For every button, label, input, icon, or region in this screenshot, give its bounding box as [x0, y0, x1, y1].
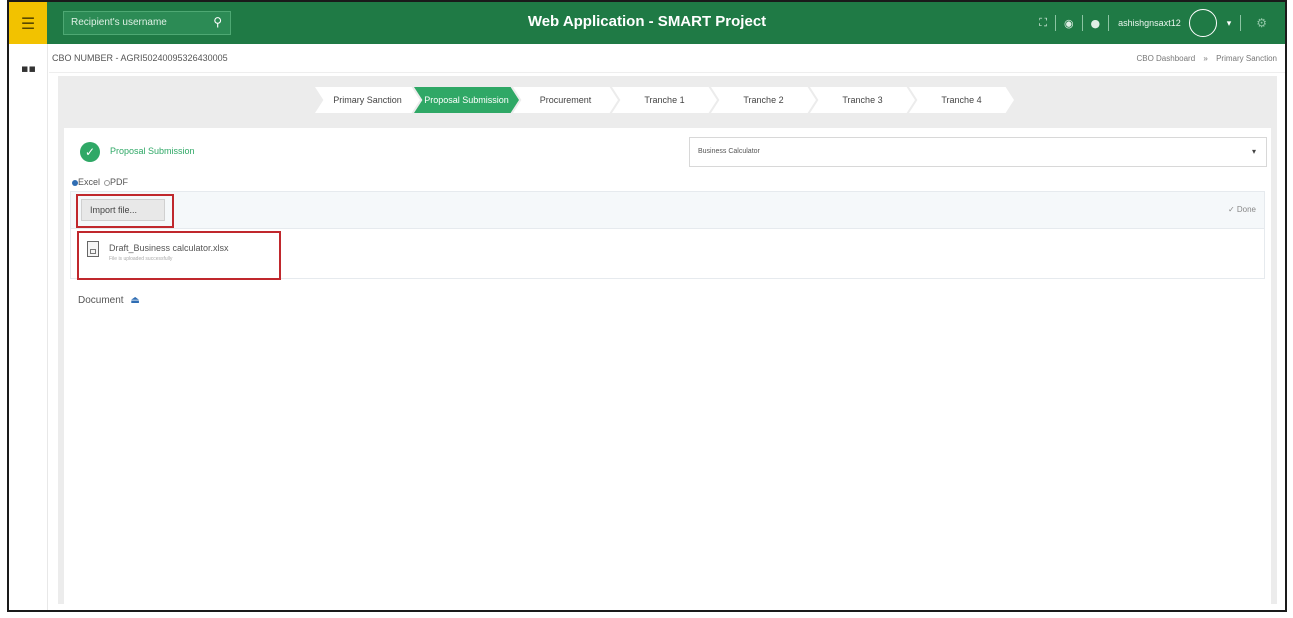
- step-primary-sanction[interactable]: Primary Sanction: [315, 87, 420, 113]
- breadcrumb: CBO Dashboard » Primary Sanction: [1136, 54, 1277, 63]
- header-actions: ⛶ ◉ ● ashishgnsaxt12 ▾ ⚙: [1034, 2, 1285, 44]
- menu-button[interactable]: ☰: [9, 2, 47, 44]
- search-icon[interactable]: ⚲: [213, 15, 222, 29]
- document-label: Document: [78, 295, 124, 306]
- fullscreen-icon[interactable]: ⛶: [1039, 16, 1047, 30]
- breadcrumb-bar: CBO NUMBER - AGRI50240095326430005 CBO D…: [49, 44, 1285, 73]
- step-tranche-4[interactable]: Tranche 4: [909, 87, 1014, 113]
- app-window: ☰ Recipient's username ⚲ Web Application…: [7, 0, 1287, 612]
- upload-toolbar: Import file... ✓ Done: [70, 191, 1265, 229]
- progress-stepper: Primary Sanction Proposal Submission Pro…: [58, 76, 1277, 124]
- breadcrumb-separator: »: [1203, 54, 1208, 63]
- avatar[interactable]: [1188, 9, 1217, 37]
- file-name[interactable]: Draft_Business calculator.xlsx: [109, 243, 229, 253]
- step-tranche-3[interactable]: Tranche 3: [810, 87, 915, 113]
- chevron-down-icon[interactable]: ▾: [1252, 147, 1256, 156]
- divider: [1054, 15, 1056, 31]
- globe-icon[interactable]: ◉: [1064, 17, 1074, 30]
- divider: [1108, 15, 1110, 31]
- chevron-down-icon[interactable]: ▾: [1227, 18, 1232, 29]
- radio-pdf-label[interactable]: PDF: [110, 177, 128, 187]
- menu-icon: ☰: [20, 13, 36, 33]
- highlight-box: [76, 194, 174, 228]
- search-box[interactable]: Recipient's username ⚲: [63, 11, 231, 35]
- breadcrumb-primary-sanction[interactable]: Primary Sanction: [1216, 54, 1277, 63]
- divider: [1081, 15, 1083, 31]
- uploaded-file-row: Draft_Business calculator.xlsx File is u…: [70, 229, 1265, 280]
- file-status: File is uploaded successfully: [109, 256, 173, 262]
- done-status: ✓ Done: [1227, 205, 1256, 214]
- format-radio-group: Excel PDF: [72, 177, 128, 187]
- proposal-card: ✓ Proposal Submission Business Calculato…: [64, 128, 1271, 604]
- gear-icon[interactable]: ⚙: [1256, 16, 1267, 30]
- upload-icon[interactable]: ⏏: [130, 295, 139, 306]
- radio-excel-label[interactable]: Excel: [78, 177, 100, 187]
- section-title: Proposal Submission: [110, 146, 195, 156]
- highlight-box: [77, 231, 281, 280]
- main-content: Primary Sanction Proposal Submission Pro…: [58, 76, 1277, 604]
- grid-icon[interactable]: ▪▪: [21, 62, 36, 75]
- document-type-select[interactable]: Business Calculator ▾: [689, 137, 1267, 167]
- divider: [1240, 15, 1242, 31]
- step-tranche-1[interactable]: Tranche 1: [612, 87, 717, 113]
- bell-icon[interactable]: ●: [1091, 17, 1101, 30]
- check-circle-icon: ✓: [80, 142, 100, 162]
- top-navbar: ☰ Recipient's username ⚲ Web Application…: [9, 2, 1285, 44]
- select-value: Business Calculator: [698, 148, 760, 155]
- breadcrumb-cbo-dashboard[interactable]: CBO Dashboard: [1136, 54, 1195, 63]
- left-sidebar: ▪▪: [9, 44, 48, 610]
- step-tranche-2[interactable]: Tranche 2: [711, 87, 816, 113]
- search-input[interactable]: Recipient's username: [71, 17, 167, 28]
- document-section: Document ⏏: [78, 295, 140, 306]
- username[interactable]: ashishgnsaxt12: [1118, 18, 1181, 28]
- step-procurement[interactable]: Procurement: [513, 87, 618, 113]
- section-header: ✓ Proposal Submission Business Calculato…: [64, 132, 1271, 172]
- cbo-number: CBO NUMBER - AGRI50240095326430005: [52, 53, 228, 63]
- step-proposal-submission[interactable]: Proposal Submission: [414, 87, 519, 113]
- excel-file-icon: [87, 241, 99, 257]
